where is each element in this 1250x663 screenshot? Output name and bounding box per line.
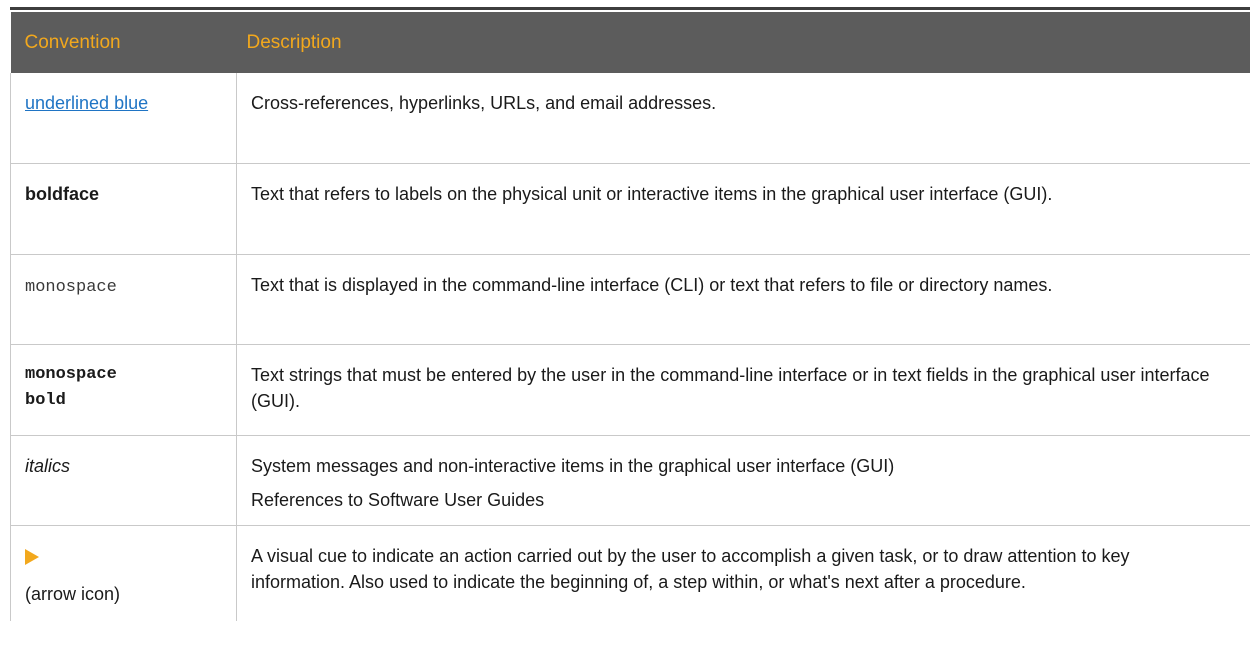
conventions-table-container: Convention Description underlined blue C… — [10, 7, 1250, 621]
table-row: (arrow icon) A visual cue to indicate an… — [10, 525, 1250, 621]
description-cell: System messages and non-interactive item… — [236, 435, 1250, 526]
convention-cell: underlined blue — [10, 73, 237, 164]
description-cell: Text that refers to labels on the physic… — [236, 163, 1250, 255]
arrow-icon — [25, 549, 39, 565]
convention-cell: monospace bold — [10, 344, 237, 436]
convention-cell: boldface — [10, 163, 237, 255]
monospace-bold-example: monospace bold — [25, 365, 117, 410]
table-row: monospace bold Text strings that must be… — [10, 344, 1250, 436]
arrow-icon-label: (arrow icon) — [25, 584, 121, 604]
underlined-blue-example-link[interactable]: underlined blue — [25, 90, 165, 116]
convention-cell: (arrow icon) — [10, 525, 237, 621]
monospace-example: monospace — [25, 278, 117, 297]
description-cell: Text that is displayed in the command-li… — [236, 254, 1250, 345]
table-row: boldface Text that refers to labels on t… — [10, 163, 1250, 255]
description-line: System messages and non-interactive item… — [251, 456, 895, 476]
boldface-example: boldface — [25, 184, 100, 204]
description-cell: A visual cue to indicate an action carri… — [251, 546, 1130, 592]
table-header-row: Convention Description — [10, 12, 1250, 73]
table-row: monospace Text that is displayed in the … — [10, 254, 1250, 345]
description-line: References to Software User Guides — [251, 490, 545, 510]
description-cell: Text strings that must be entered by the… — [236, 344, 1250, 436]
conventions-table: Convention Description underlined blue C… — [10, 12, 1250, 621]
table-row: underlined blue Cross-references, hyperl… — [10, 73, 1250, 164]
description-cell: Cross-references, hyperlinks, URLs, and … — [236, 73, 1250, 164]
header-convention: Convention — [10, 12, 237, 73]
table-row: italics System messages and non-interact… — [10, 435, 1250, 526]
italics-example: italics — [25, 456, 71, 476]
header-description: Description — [236, 12, 1250, 73]
convention-cell: monospace — [10, 254, 237, 345]
convention-cell: italics — [10, 435, 237, 526]
